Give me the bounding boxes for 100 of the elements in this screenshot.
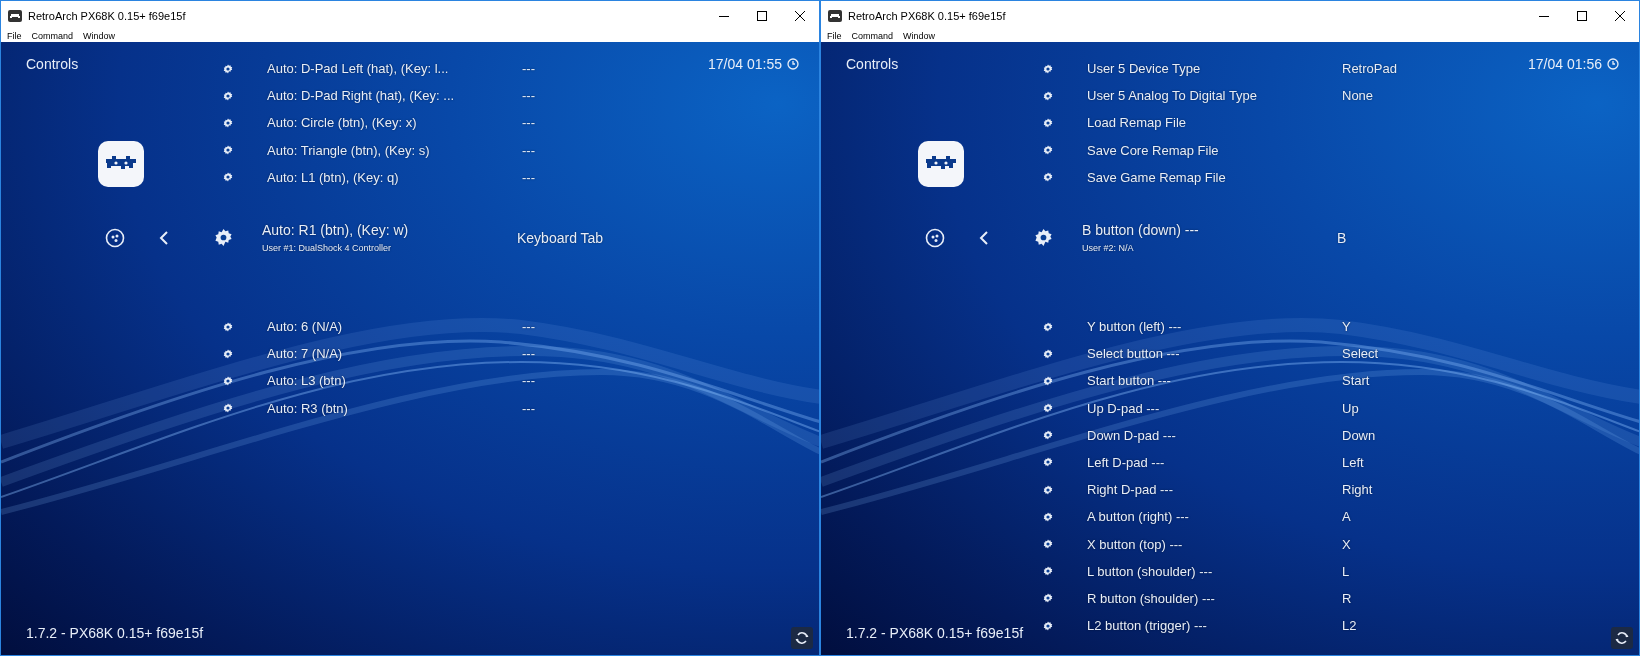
menu-item-label[interactable]: Auto: D-Pad Right (hat), (Key: ... [267,88,522,104]
gear-icon [1043,403,1053,414]
menu-item[interactable]: File [7,31,22,42]
item-value: Left [1342,454,1364,470]
gear-icon [1043,539,1053,550]
item-value: B [1337,229,1347,246]
gamepad-icon[interactable] [105,227,125,248]
item-label: B button (down) --- [1082,222,1200,239]
menu-item-label[interactable]: Down D-pad --- [1087,427,1342,443]
gear-icon [1043,172,1053,183]
item-value: RetroPad [1342,61,1397,77]
gear-icon [1043,457,1053,468]
gear-icon [223,403,233,414]
menu-header: Controls [846,56,899,72]
menu-item-label[interactable]: Auto: L3 (btn) [267,373,522,389]
item-value: --- [522,319,535,335]
gear-icon [1043,375,1053,386]
item-value: --- [522,400,535,416]
menu-item-label[interactable]: Auto: Triangle (btn), (Key: s) [267,142,522,158]
menu-item-label[interactable]: Start button --- [1087,373,1342,389]
gear-icon [223,145,233,156]
menu-item-label[interactable]: L button (shoulder) --- [1087,563,1342,579]
close-icon [795,11,805,21]
menu-item-label[interactable]: User 5 Analog To Digital Type [1087,88,1342,104]
close-icon [1615,11,1625,21]
maximize-icon [1577,11,1587,21]
menu-item-label[interactable]: Select button --- [1087,346,1342,362]
clock-time: 17/04 01:55 [708,56,782,72]
refresh-icon [794,630,810,646]
menu-item-label[interactable]: Left D-pad --- [1087,454,1342,470]
gamepad-icon[interactable] [925,227,945,248]
gear-icon [1043,593,1053,604]
gear-icon [223,375,233,386]
menu-item-label[interactable]: Right D-pad --- [1087,482,1342,498]
gear-icon [1043,566,1053,577]
item-value: X [1342,536,1351,552]
app-logo-icon [918,141,964,187]
menu-item-label[interactable]: R button (shoulder) --- [1087,590,1342,606]
item-value: Up [1342,400,1359,416]
menu-item-label[interactable]: User 5 Device Type [1087,61,1342,77]
item-value: None [1342,88,1374,104]
back-chevron-icon[interactable] [979,229,989,246]
version-text: 1.7.2 - PX68K 0.15+ f69e15f [846,625,1024,641]
menu-item[interactable]: Window [83,31,116,42]
item-value: --- [522,346,535,362]
item-value: Right [1342,482,1373,498]
back-chevron-icon[interactable] [159,229,169,246]
item-value: Select [1342,346,1379,362]
menu-item-label[interactable]: A button (right) --- [1087,509,1342,525]
gear-icon [1034,228,1053,248]
item-value: L2 [1342,618,1357,634]
menu-item[interactable]: Command [851,31,894,42]
gear-icon [1043,348,1053,359]
gear-icon [223,321,233,332]
gear-icon [1043,117,1053,128]
gear-icon [214,228,233,248]
gear-icon [223,117,233,128]
item-value: --- [522,373,535,389]
item-value: R [1342,590,1352,606]
item-value: --- [522,88,535,104]
menu-item-label[interactable]: X button (top) --- [1087,536,1342,552]
app-icon [8,10,22,22]
selected-menu-row[interactable]: Auto: R1 (btn), (Key: w) User #1: DualShock 4 Controller Keyboard Tab [105,207,819,268]
menu-item-label[interactable]: Auto: 7 (N/A) [267,346,522,362]
menu-item-label[interactable]: Save Core Remap File [1087,142,1342,158]
refresh-button[interactable] [1611,627,1633,649]
menu-item[interactable]: File [827,31,842,42]
item-value: --- [522,115,535,131]
gear-icon [1043,145,1053,156]
app-logo-icon [98,141,144,187]
menu-item[interactable]: Command [31,31,74,42]
item-sublabel: User #2: N/A [1082,243,1135,254]
item-label: Auto: R1 (btn), (Key: w) [262,222,410,239]
maximize-icon [757,11,767,21]
gear-icon [223,172,233,183]
menu-item-label[interactable]: Auto: D-Pad Left (hat), (Key: l... [267,61,522,77]
menu-item[interactable]: Window [903,31,936,42]
item-sublabel: User #1: DualShock 4 Controller [262,243,393,254]
menu-item-label[interactable]: L2 button (trigger) --- [1087,618,1342,634]
gear-icon [1043,484,1053,495]
gear-icon [1043,620,1053,631]
menu-item-label[interactable]: Auto: 6 (N/A) [267,319,522,335]
menu-item-label[interactable]: Save Game Remap File [1087,169,1342,185]
item-value: L [1342,563,1350,579]
item-value: Start [1342,373,1370,389]
item-value: Keyboard Tab [517,229,604,246]
menu-item-label[interactable]: Load Remap File [1087,115,1342,131]
gear-icon [223,90,233,101]
window-title: RetroArch PX68K 0.15+ f69e15f [28,10,186,22]
app-icon [828,10,842,22]
menu-item-label[interactable]: Auto: L1 (btn), (Key: q) [267,169,522,185]
gear-icon [1043,63,1053,74]
menu-item-label[interactable]: Up D-pad --- [1087,400,1342,416]
refresh-button[interactable] [791,627,813,649]
selected-menu-row[interactable]: B button (down) --- User #2: N/A B [925,207,1639,268]
menu-item-label[interactable]: Auto: Circle (btn), (Key: x) [267,115,522,131]
menu-item-label[interactable]: Auto: R3 (btn) [267,400,522,416]
gear-icon [223,63,233,74]
item-value: --- [522,142,535,158]
menu-item-label[interactable]: Y button (left) --- [1087,319,1342,335]
